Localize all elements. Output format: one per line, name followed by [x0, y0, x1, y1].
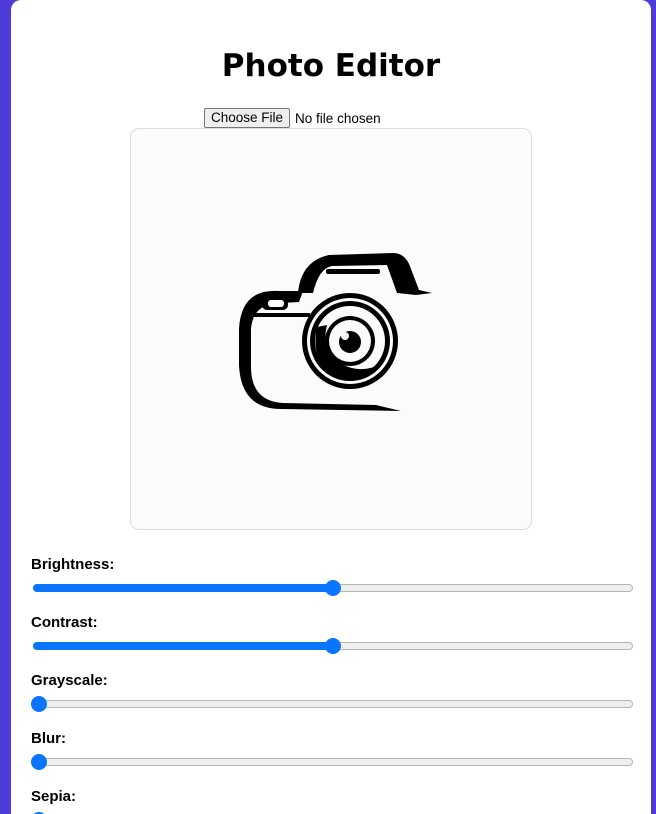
- brightness-slider-thumb[interactable]: [325, 580, 341, 596]
- contrast-label: Contrast:: [31, 614, 98, 631]
- contrast-slider[interactable]: [33, 638, 633, 654]
- blur-slider-track[interactable]: [33, 758, 633, 766]
- file-input[interactable]: Choose File No file chosen: [204, 108, 381, 128]
- choose-file-button[interactable]: Choose File: [204, 108, 291, 128]
- grayscale-slider[interactable]: [31, 696, 633, 712]
- grayscale-label: Grayscale:: [31, 672, 108, 689]
- brightness-control: Brightness:: [31, 556, 633, 596]
- blur-slider[interactable]: [31, 754, 633, 770]
- brightness-slider-fill: [33, 584, 333, 592]
- grayscale-slider-track[interactable]: [33, 700, 633, 708]
- blur-control: Blur:: [31, 730, 633, 770]
- sepia-label: Sepia:: [31, 788, 77, 805]
- contrast-slider-fill: [33, 642, 333, 650]
- blur-slider-thumb[interactable]: [31, 754, 47, 770]
- contrast-control: Contrast:: [31, 614, 633, 654]
- editor-card: Photo Editor Choose File No file chosen: [11, 0, 651, 814]
- grayscale-control: Grayscale:: [31, 672, 633, 712]
- brightness-label: Brightness:: [31, 556, 115, 573]
- sepia-control: Sepia:: [31, 788, 633, 814]
- grayscale-slider-thumb[interactable]: [31, 696, 47, 712]
- camera-icon: [239, 253, 432, 411]
- blur-label: Blur:: [31, 730, 66, 747]
- brightness-slider[interactable]: [33, 580, 633, 596]
- file-status: No file chosen: [295, 110, 381, 126]
- image-preview: [130, 128, 532, 530]
- contrast-slider-thumb[interactable]: [325, 638, 341, 654]
- page-title: Photo Editor: [221, 48, 441, 84]
